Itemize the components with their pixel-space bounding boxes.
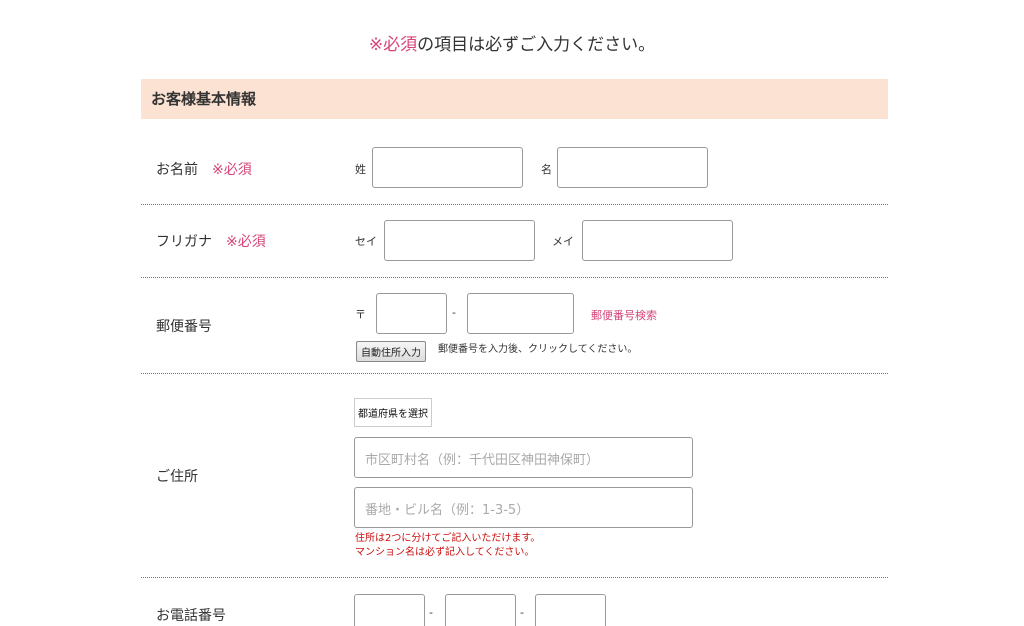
- required-notice-text: の項目は必ずご入力ください。: [417, 35, 656, 55]
- first-name-label: 名: [541, 163, 552, 176]
- last-kana-label: セイ: [355, 235, 377, 248]
- street-placeholder: 番地・ビル名（例：1-3-5）: [365, 503, 530, 518]
- first-kana-input[interactable]: [582, 220, 733, 261]
- phone-first-input[interactable]: [354, 594, 425, 626]
- address-label: ご住所: [156, 469, 198, 485]
- section-title: お客様基本情報: [141, 79, 888, 119]
- address-note-2: マンション名は必ず記入してください。: [355, 547, 535, 558]
- last-name-input[interactable]: [372, 147, 523, 188]
- name-required-mark: ※必須: [212, 162, 252, 178]
- city-input[interactable]: 市区町村名（例：千代田区神田神保町）: [354, 437, 693, 478]
- zip-search-link[interactable]: 郵便番号検索: [591, 307, 657, 323]
- auto-address-button[interactable]: 自動住所入力: [356, 341, 426, 362]
- required-mark: ※必須: [368, 35, 418, 55]
- city-placeholder: 市区町村名（例：千代田区神田神保町）: [365, 453, 600, 468]
- last-name-label: 姓: [355, 163, 366, 176]
- zip-row: 郵便番号 〒 - 郵便番号検索 自動住所入力 郵便番号を入力後、クリックしてくだ…: [141, 278, 888, 374]
- zip-second-input[interactable]: [467, 293, 574, 334]
- street-input[interactable]: 番地・ビル名（例：1-3-5）: [354, 487, 693, 528]
- phone-row: お電話番号 - -: [141, 578, 888, 626]
- phone-third-input[interactable]: [535, 594, 606, 626]
- address-row: ご住所 都道府県を選択 市区町村名（例：千代田区神田神保町） 番地・ビル名（例：…: [141, 374, 888, 578]
- phone-second-input[interactable]: [445, 594, 516, 626]
- required-notice: ※必須の項目は必ずご入力ください。: [0, 30, 1024, 55]
- kana-label: フリガナ ※必須: [156, 231, 266, 251]
- kana-required-mark: ※必須: [226, 234, 266, 250]
- prefecture-select[interactable]: 都道府県を選択: [354, 398, 432, 427]
- kana-row: フリガナ ※必須 セイ メイ: [141, 205, 888, 278]
- zip-label: 郵便番号: [156, 319, 212, 335]
- postal-symbol: 〒: [355, 308, 366, 321]
- kana-label-text: フリガナ: [156, 234, 212, 250]
- phone-separator-2: -: [520, 606, 524, 619]
- address-note-1: 住所は2つに分けてご記入いただけます。: [355, 533, 541, 544]
- last-kana-input[interactable]: [384, 220, 535, 261]
- name-row: お名前 ※必須 姓 名: [141, 119, 888, 205]
- zip-separator: -: [452, 306, 456, 319]
- first-kana-label: メイ: [552, 235, 574, 248]
- name-label: お名前 ※必須: [156, 159, 252, 179]
- zip-hint: 郵便番号を入力後、クリックしてください。: [438, 344, 638, 355]
- first-name-input[interactable]: [557, 147, 708, 188]
- name-label-text: お名前: [156, 162, 198, 178]
- phone-separator-1: -: [429, 606, 433, 619]
- phone-label: お電話番号: [156, 608, 226, 624]
- zip-first-input[interactable]: [376, 293, 447, 334]
